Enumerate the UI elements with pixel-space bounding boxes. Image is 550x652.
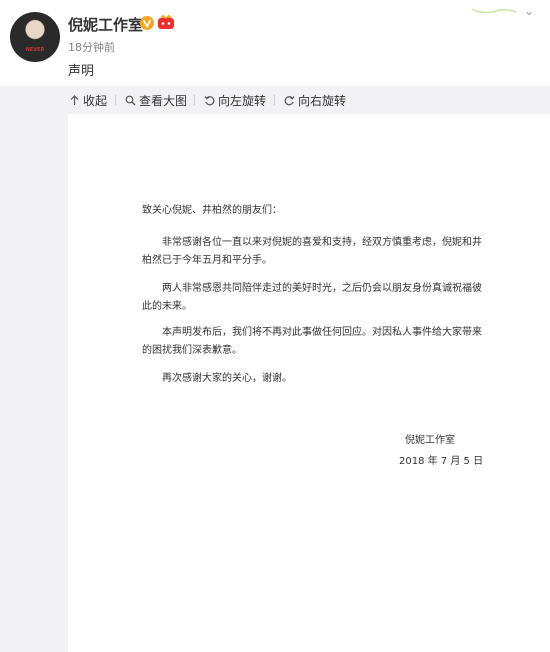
doc-paragraph-1: 非常感谢各位一直以来对倪妮的喜爱和支持，经双方慎重考虑，倪妮和井柏然已于今年五月… xyxy=(142,237,482,266)
chevron-down-icon[interactable]: ⌄ xyxy=(524,4,534,18)
toolbar-divider xyxy=(115,95,116,105)
doc-signature: 倪妮工作室 xyxy=(405,435,455,446)
toolbar-divider xyxy=(274,95,275,105)
rotate-right-button[interactable]: 向右旋转 xyxy=(284,92,346,108)
verified-icon xyxy=(140,15,154,30)
view-large-button[interactable]: 查看大图 xyxy=(125,92,187,108)
avatar[interactable]: NEVER xyxy=(10,12,60,62)
magnifier-icon xyxy=(125,95,136,105)
collapse-button[interactable]: 收起 xyxy=(69,92,107,108)
post-time[interactable]: 18分钟前 xyxy=(68,39,115,55)
collapse-label: 收起 xyxy=(83,93,108,108)
doc-greeting: 致关心倪妮、井柏然的朋友们： xyxy=(142,205,282,216)
doc-paragraph-4: 再次感谢大家的关心，谢谢。 xyxy=(162,373,292,384)
toolbar-divider xyxy=(194,95,195,105)
arrow-up-icon xyxy=(70,94,79,105)
rotate-left-button[interactable]: 向左旋转 xyxy=(204,92,266,108)
image-viewer-panel: 收起 查看大图 向左旋转 向右旋转 致关心倪妮、井柏然的朋友们： 非常感谢各位一… xyxy=(0,86,550,652)
doc-paragraph-2: 两人非常感恩共同陪伴走过的美好时光，之后仍会以朋友身份真诚祝福彼此的未来。 xyxy=(142,283,482,312)
rotate-left-label: 向左旋转 xyxy=(218,93,267,108)
post-text: 声明 xyxy=(68,64,95,79)
rotate-left-icon xyxy=(204,95,215,105)
post-header: NEVER 倪妮工作室 18分钟前 声明 ⌄ xyxy=(0,0,550,86)
decoration-icon xyxy=(470,0,520,14)
user-name[interactable]: 倪妮工作室 xyxy=(68,14,143,35)
rotate-right-icon xyxy=(284,95,295,105)
avatar-shirt-text: NEVER xyxy=(25,47,45,53)
rotate-right-label: 向右旋转 xyxy=(298,93,347,108)
statement-image[interactable]: 致关心倪妮、井柏然的朋友们： 非常感谢各位一直以来对倪妮的喜爱和支持，经双方慎重… xyxy=(68,114,550,652)
view-large-label: 查看大图 xyxy=(139,93,188,108)
doc-date: 2018 年 7 月 5 日 xyxy=(399,456,484,467)
doc-paragraph-3: 本声明发布后，我们将不再对此事做任何回应。对因私人事件给大家带来的困扰我们深表歉… xyxy=(142,327,482,356)
vip-badge-icon[interactable] xyxy=(157,14,175,30)
image-toolbar: 收起 查看大图 向左旋转 向右旋转 xyxy=(0,86,550,114)
